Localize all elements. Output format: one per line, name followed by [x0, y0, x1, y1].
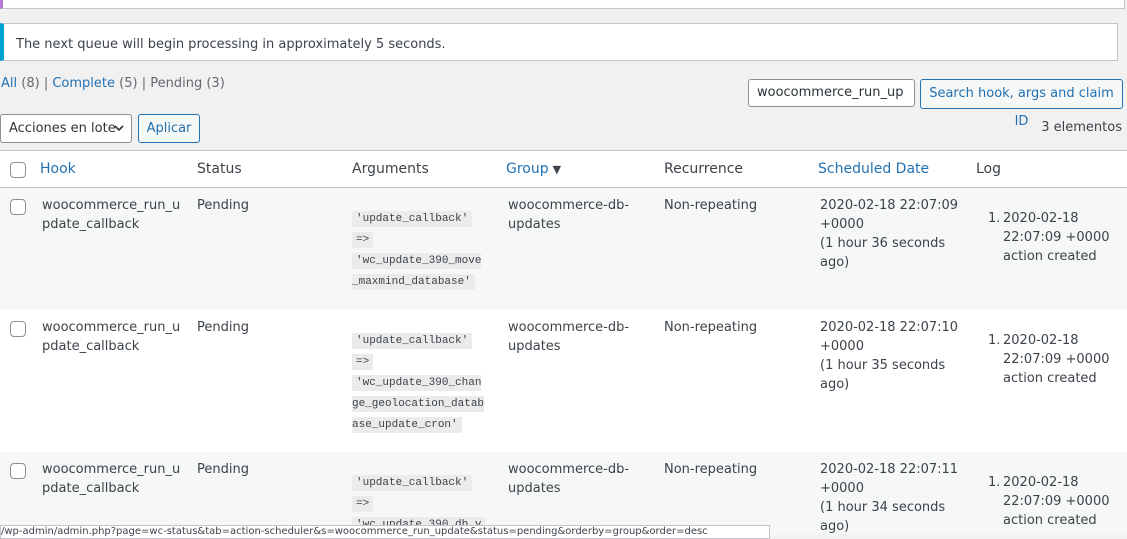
log-number: 1. [988, 333, 1001, 348]
queue-notice: The next queue will begin processing in … [0, 23, 1118, 61]
bulk-actions-select[interactable]: Acciones en lote [0, 114, 132, 143]
row-checkbox[interactable] [10, 199, 26, 215]
column-hook[interactable]: Hook [40, 161, 76, 177]
scheduled-tz: +0000 [820, 481, 864, 496]
column-recurrence: Recurrence [664, 161, 744, 177]
column-group[interactable]: Group ▼ [506, 161, 561, 177]
filter-all-count: (8) [21, 76, 40, 91]
recurrence-text: Non-repeating [664, 462, 758, 477]
chevron-down-icon [113, 115, 125, 152]
arg-arrow: => [352, 496, 374, 512]
log-message: action created [1003, 249, 1097, 264]
filter-complete-link[interactable]: Complete [52, 76, 115, 91]
filter-pending-count: (3) [206, 76, 225, 91]
log-message: action created [1003, 513, 1097, 528]
group-text: woocommerce-db-updates [508, 198, 630, 232]
log-number: 1. [988, 211, 1001, 226]
search-button[interactable]: Search hook, args and claim ID [920, 79, 1123, 129]
scheduled-date: 2020-02-18 22:07:11 +0000 (1 hour 34 sec… [820, 460, 960, 536]
arg-key: 'update_callback' [352, 211, 473, 227]
hook-name[interactable]: woocommerce_run_update_callback [42, 318, 182, 356]
column-status: Status [197, 161, 242, 177]
log-number: 1. [988, 475, 1001, 490]
log-entry: 1. 2020-02-18 22:07:09 +0000 action crea… [988, 473, 1123, 530]
table-row: woocommerce_run_update_callback Pending … [0, 310, 1127, 451]
arg-key: 'update_callback' [352, 333, 473, 349]
recurrence-text: Non-repeating [664, 320, 758, 335]
log-date: 2020-02-18 22:07:09 +0000 [1003, 475, 1110, 509]
column-arguments: Arguments [352, 161, 429, 177]
status-bar-url: /wp-admin/admin.php?page=wc-status&tab=a… [0, 525, 770, 539]
top-panel [0, 0, 1125, 9]
items-count: 3 elementos [1041, 120, 1122, 135]
arguments: 'update_callback' => 'wc_update_390_chan… [352, 330, 486, 435]
scheduled-tz: +0000 [820, 339, 864, 354]
arg-value: 'wc_update_390_move_maxmind_database' [352, 253, 482, 290]
scheduled-relative: (1 hour 34 seconds ago) [820, 500, 946, 534]
apply-button[interactable]: Aplicar [138, 114, 200, 143]
arg-arrow: => [352, 354, 374, 370]
filter-pending-current[interactable]: Pending [150, 76, 202, 91]
recurrence-text: Non-repeating [664, 198, 758, 213]
log-date: 2020-02-18 22:07:09 +0000 [1003, 333, 1110, 367]
column-scheduled-date[interactable]: Scheduled Date [818, 161, 929, 177]
scheduled-date: 2020-02-18 22:07:09 +0000 (1 hour 36 sec… [820, 196, 960, 272]
filter-complete-count: (5) [119, 76, 138, 91]
scheduled-tz: +0000 [820, 217, 864, 232]
row-checkbox[interactable] [10, 463, 26, 479]
bulk-actions-value: Acciones en lote [9, 121, 116, 136]
hook-name[interactable]: woocommerce_run_update_callback [42, 196, 182, 234]
arg-value: 'wc_update_390_change_geolocation_databa… [352, 375, 485, 433]
table-row: woocommerce_run_update_callback Pending … [0, 452, 1127, 535]
select-all-checkbox[interactable] [10, 162, 26, 178]
log-message: action created [1003, 371, 1097, 386]
status-text: Pending [197, 198, 249, 213]
status-text: Pending [197, 462, 249, 477]
scheduled-relative: (1 hour 35 seconds ago) [820, 358, 946, 392]
group-text: woocommerce-db-updates [508, 320, 630, 354]
filter-all-link[interactable]: All [1, 76, 17, 91]
scheduled-datetime: 2020-02-18 22:07:11 [820, 462, 959, 477]
log-date: 2020-02-18 22:07:09 +0000 [1003, 211, 1110, 245]
status-text: Pending [197, 320, 249, 335]
arg-arrow: => [352, 232, 374, 248]
row-checkbox[interactable] [10, 321, 26, 337]
log-entry: 1. 2020-02-18 22:07:09 +0000 action crea… [988, 209, 1123, 266]
scheduled-datetime: 2020-02-18 22:07:09 [820, 198, 959, 213]
scheduled-relative: (1 hour 36 seconds ago) [820, 236, 946, 270]
group-text: woocommerce-db-updates [508, 462, 630, 496]
column-log: Log [976, 161, 1002, 177]
status-filters: All (8) | Complete (5) | Pending (3) [1, 76, 225, 91]
hook-name[interactable]: woocommerce_run_update_callback [42, 460, 182, 498]
search-input[interactable]: woocommerce_run_up [748, 79, 915, 107]
log-entry: 1. 2020-02-18 22:07:09 +0000 action crea… [988, 331, 1123, 388]
column-group-label: Group [506, 161, 549, 177]
arg-key: 'update_callback' [352, 475, 473, 491]
queue-notice-text: The next queue will begin processing in … [16, 37, 446, 52]
table-header: Hook Status Arguments Group ▼ Recurrence … [0, 151, 1127, 188]
sort-desc-icon: ▼ [552, 163, 562, 176]
table-row: woocommerce_run_update_callback Pending … [0, 188, 1127, 309]
actions-table: Hook Status Arguments Group ▼ Recurrence … [0, 150, 1127, 535]
scheduled-date: 2020-02-18 22:07:10 +0000 (1 hour 35 sec… [820, 318, 960, 394]
scheduled-datetime: 2020-02-18 22:07:10 [820, 320, 959, 335]
arguments: 'update_callback' => 'wc_update_390_move… [352, 208, 486, 292]
